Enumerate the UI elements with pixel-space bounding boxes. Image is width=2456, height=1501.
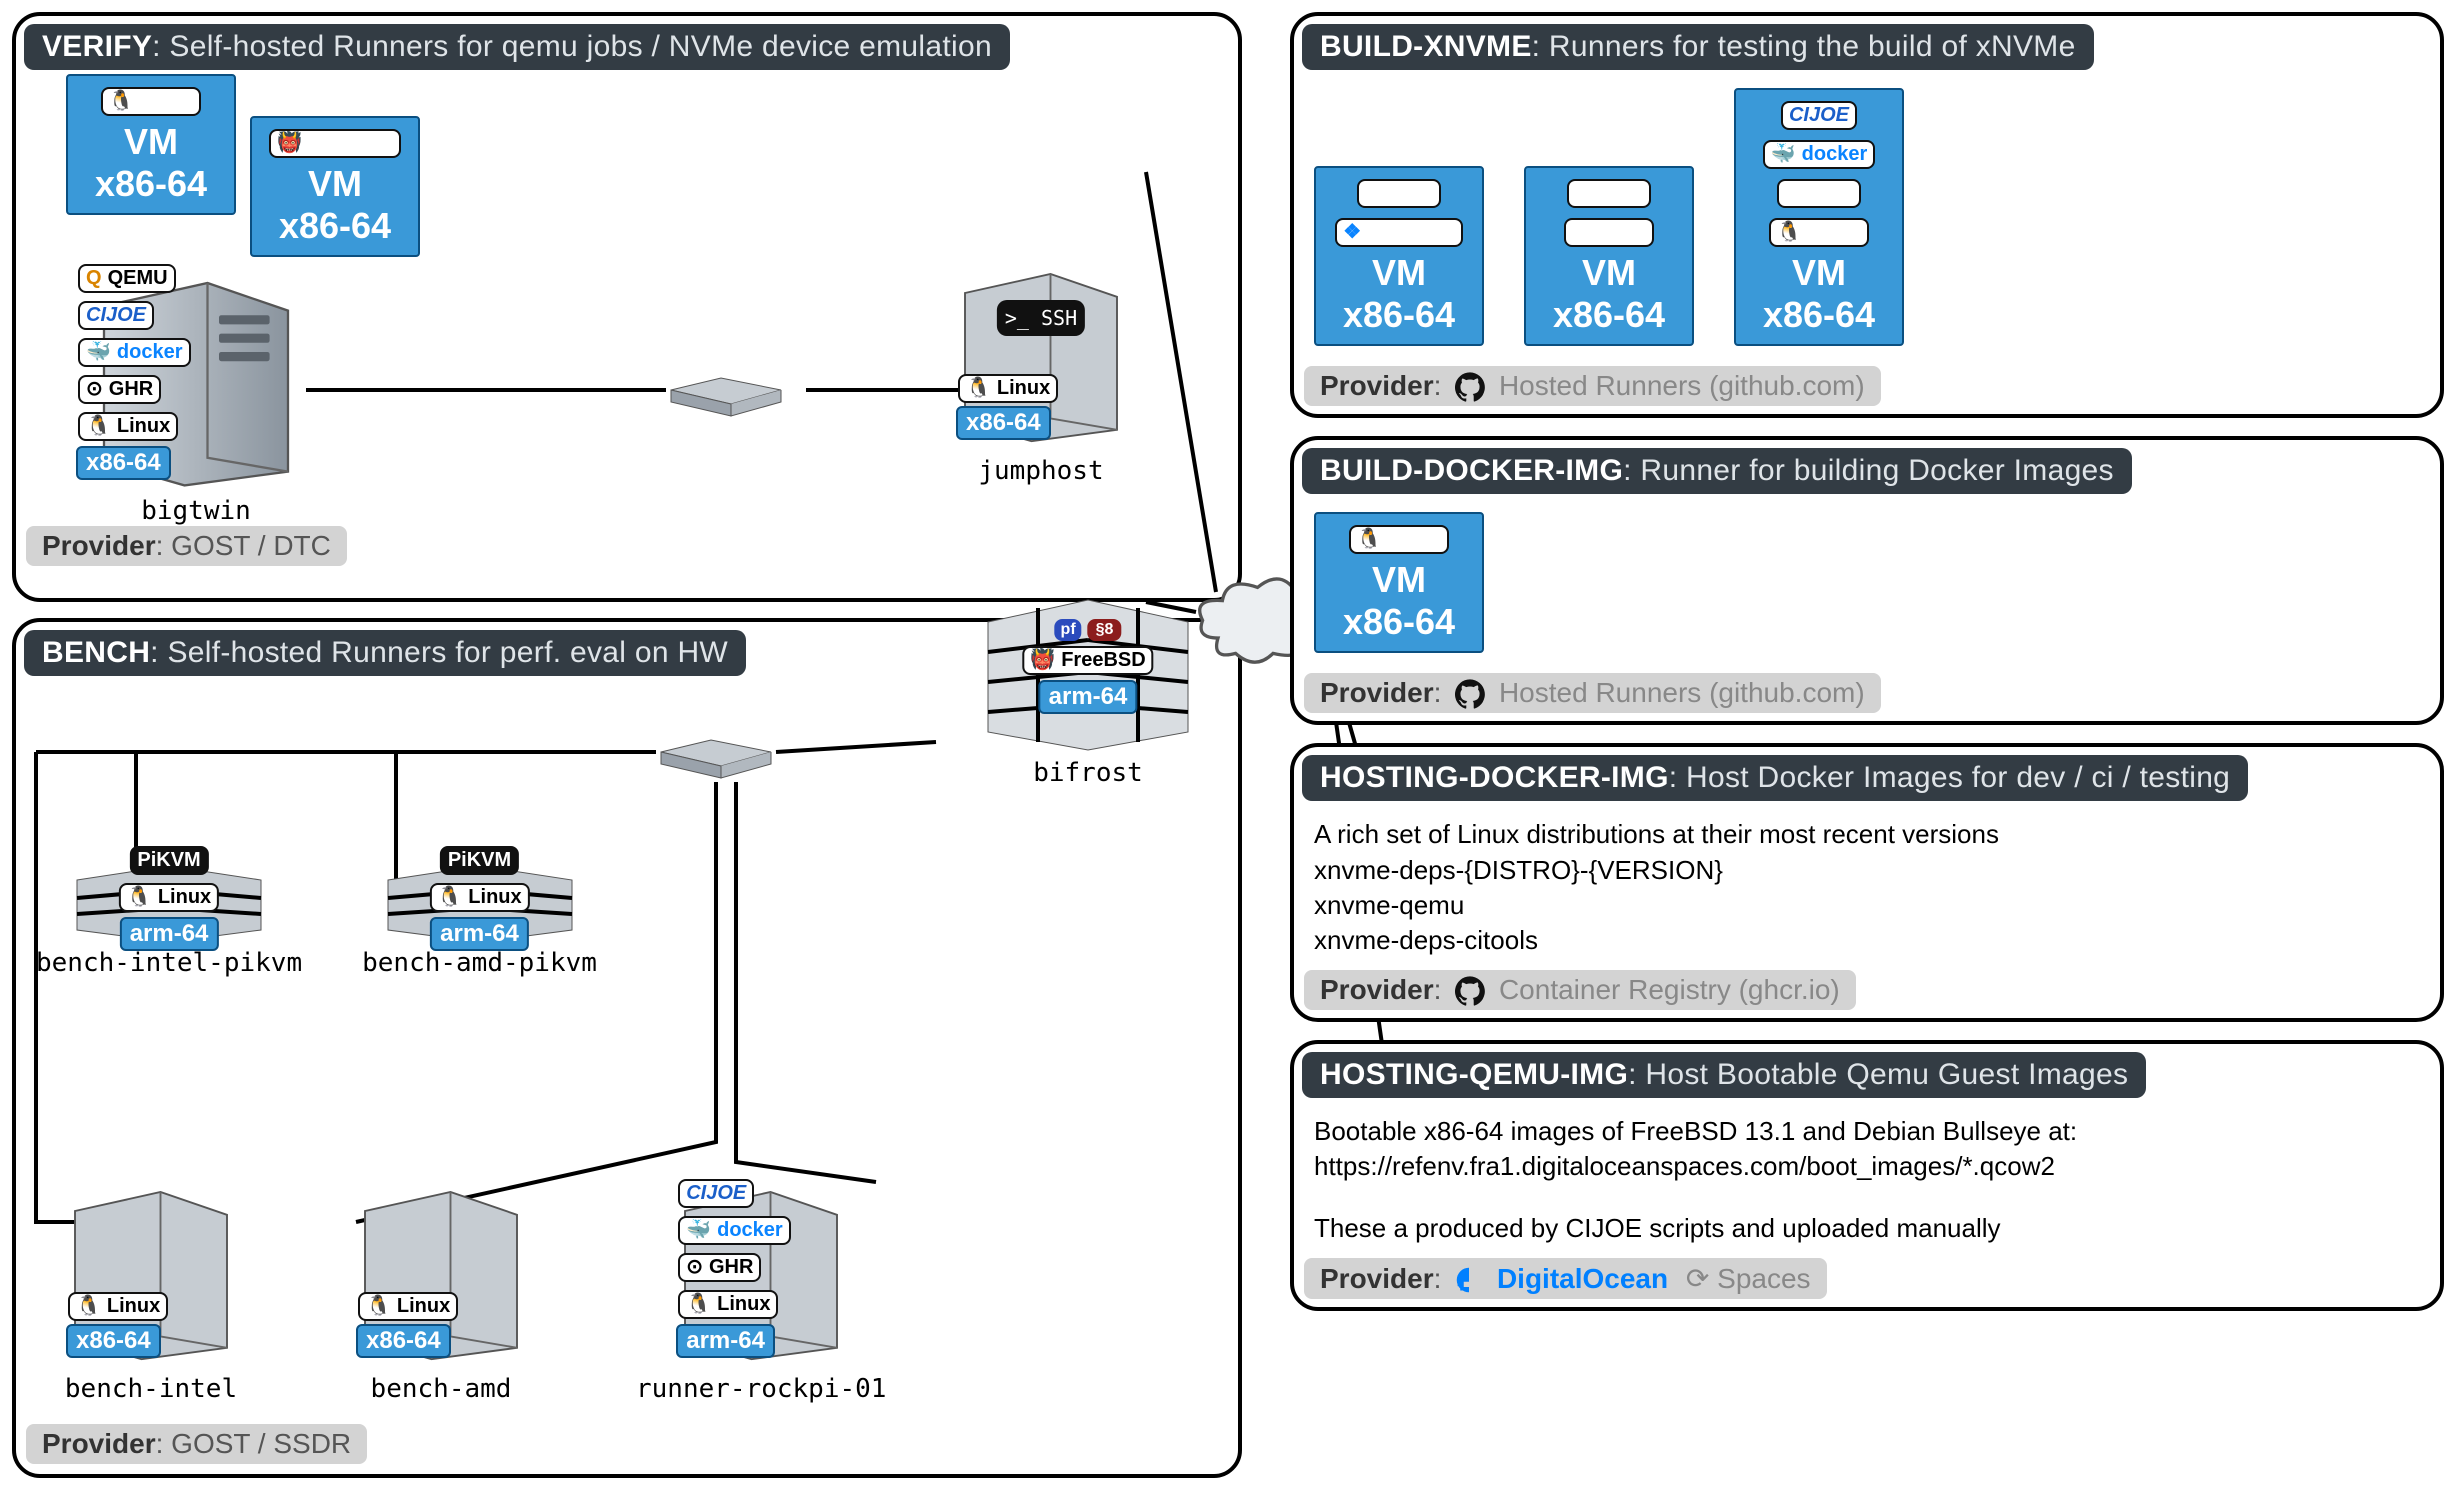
arch-badge: arm-64 xyxy=(120,917,219,951)
qemu-badge: QQEMU xyxy=(78,264,176,293)
linux-badge: Linux xyxy=(429,883,529,912)
rack-bench-amd-pikvm: PiKVM Linux arm-64 bench-amd-pikvm xyxy=(362,852,597,978)
hostname: bench-intel xyxy=(65,1374,237,1404)
windows-badge: Windows xyxy=(1335,218,1463,247)
docker-badge: 🐳docker xyxy=(1763,140,1876,169)
ssh-icon: >_ SSH xyxy=(997,300,1085,336)
spaces-icon: ⟳ xyxy=(1686,1263,1717,1294)
panel-build-xnvme-title: BUILD-XNVME: Runners for testing the bui… xyxy=(1302,24,2094,70)
vm-macos: ⊙ GHR macOS VMx86-64 xyxy=(1524,166,1694,346)
arch-badge: arm-64 xyxy=(430,917,529,951)
macos-badge: macOS xyxy=(1564,218,1655,247)
docker-badge: 🐳docker xyxy=(78,338,191,367)
linux-badge: Linux xyxy=(119,883,219,912)
ghr-badge: ⊙ GHR xyxy=(1567,179,1650,208)
vm-linux: Linux VMx86-64 xyxy=(1314,512,1484,653)
freebsd-badge: FreeBSD xyxy=(269,129,400,158)
pfsense-icon: pf xyxy=(1055,619,1082,641)
hostname: runner-rockpi-01 xyxy=(636,1374,886,1404)
panel-hosting-docker-provider: Provider: Container Registry (ghcr.io) xyxy=(1304,970,1856,1011)
tower-runner-rockpi: CIJOE 🐳docker ⊙ GHR Linux arm-64 runner-… xyxy=(636,1168,886,1404)
vm-windows: ⊙ GHR Windows VMx86-64 xyxy=(1314,166,1484,346)
linux-badge: Linux xyxy=(101,87,201,116)
panel-hosting-docker-title: HOSTING-DOCKER-IMG: Host Docker Images f… xyxy=(1302,755,2248,801)
linux-badge: Linux xyxy=(1349,525,1449,554)
docker-badge: 🐳docker xyxy=(678,1216,791,1245)
linux-badge: Linux xyxy=(678,1290,778,1319)
panel-hosting-docker-body: A rich set of Linux distributions at the… xyxy=(1304,811,2430,963)
panel-hosting-docker: HOSTING-DOCKER-IMG: Host Docker Images f… xyxy=(1290,743,2444,1022)
left-column: VERIFY: Self-hosted Runners for qemu job… xyxy=(12,12,1242,1478)
panel-build-docker-provider: Provider: Hosted Runners (github.com) xyxy=(1304,673,1881,714)
panel-bench: BENCH: Self-hosted Runners for perf. eva… xyxy=(12,618,1242,1478)
s8-icon: §8 xyxy=(1088,619,1122,641)
panel-build-docker: BUILD-DOCKER-IMG: Runner for building Do… xyxy=(1290,436,2444,725)
panel-build-docker-title: BUILD-DOCKER-IMG: Runner for building Do… xyxy=(1302,448,2132,494)
hostname: bench-intel-pikvm xyxy=(36,948,302,978)
linux-badge: Linux xyxy=(1769,218,1869,247)
linux-badge: Linux xyxy=(68,1292,168,1321)
panel-build-xnvme-provider: Provider: Hosted Runners (github.com) xyxy=(1304,366,1881,407)
github-icon xyxy=(1455,372,1485,402)
github-icon xyxy=(1455,679,1485,709)
pikvm-badge: PiKVM xyxy=(129,846,208,875)
panel-bench-provider: Provider: GOST / SSDR xyxy=(26,1424,367,1464)
digitalocean-icon xyxy=(1455,1266,1483,1294)
arch-badge: x86-64 xyxy=(956,406,1051,440)
panel-verify: VERIFY: Self-hosted Runners for qemu job… xyxy=(12,12,1242,602)
freebsd-badge: FreeBSD xyxy=(1022,646,1153,675)
hostname: bench-amd xyxy=(371,1374,512,1404)
panel-verify-provider: Provider: GOST / DTC xyxy=(26,526,347,566)
arch-badge: x86-64 xyxy=(66,1324,161,1358)
switch-icon xyxy=(666,360,786,420)
cijoe-badge: CIJOE xyxy=(1781,101,1857,130)
hostname: bench-amd-pikvm xyxy=(362,948,597,978)
verify-bigtwin-vm-freebsd: FreeBSD VM x86-64 xyxy=(250,116,420,257)
panel-hosting-qemu: HOSTING-QEMU-IMG: Host Bootable Qemu Gue… xyxy=(1290,1040,2444,1310)
right-column: BUILD-XNVME: Runners for testing the bui… xyxy=(1290,12,2444,1478)
linux-badge: Linux xyxy=(78,412,178,441)
bigtwin-tower-icon: QQEMU CIJOE 🐳docker ⊙ GHR Linux x86-64 xyxy=(66,260,326,490)
bifrost-hostname: bifrost xyxy=(1033,758,1143,788)
panel-hosting-qemu-body: Bootable x86-64 images of FreeBSD 13.1 a… xyxy=(1304,1108,2430,1251)
panel-hosting-qemu-title: HOSTING-QEMU-IMG: Host Bootable Qemu Gue… xyxy=(1302,1052,2146,1098)
cijoe-badge: CIJOE xyxy=(678,1179,754,1208)
cijoe-badge: CIJOE xyxy=(78,301,154,330)
ghr-badge: ⊙ GHR xyxy=(1777,179,1860,208)
tower-bench-intel: Linux x86-64 bench-intel xyxy=(56,1168,246,1404)
vm-linux: CIJOE 🐳docker ⊙ GHR Linux VMx86-64 xyxy=(1734,88,1904,346)
verify-bigtwin-vm-linux: Linux VM x86-64 xyxy=(66,74,236,215)
jumphost-tower-icon: >_ SSH Linux x86-64 xyxy=(946,250,1136,450)
rack-bench-intel-pikvm: PiKVM Linux arm-64 bench-intel-pikvm xyxy=(36,852,302,978)
github-icon xyxy=(1455,976,1485,1006)
arch-badge: x86-64 xyxy=(356,1324,451,1358)
ghr-badge: ⊙ GHR xyxy=(1357,179,1440,208)
linux-badge: Linux xyxy=(958,374,1058,403)
switch-icon xyxy=(656,722,776,782)
ghr-badge: ⊙ GHR xyxy=(678,1253,761,1282)
ghr-badge: ⊙ GHR xyxy=(78,375,161,404)
arch-badge: arm-64 xyxy=(676,1324,775,1358)
panel-bench-title: BENCH: Self-hosted Runners for perf. eva… xyxy=(24,630,746,676)
panel-build-xnvme: BUILD-XNVME: Runners for testing the bui… xyxy=(1290,12,2444,418)
arch-badge: arm-64 xyxy=(1039,680,1138,714)
jumphost-hostname: jumphost xyxy=(978,456,1103,486)
pikvm-badge: PiKVM xyxy=(440,846,519,875)
tower-bench-amd: Linux x86-64 bench-amd xyxy=(346,1168,536,1404)
panel-verify-title: VERIFY: Self-hosted Runners for qemu job… xyxy=(24,24,1010,70)
architecture-diagram: VERIFY: Self-hosted Runners for qemu job… xyxy=(12,12,2444,1478)
bigtwin-hostname: bigtwin xyxy=(141,496,251,526)
panel-hosting-qemu-provider: Provider: DigitalOcean ⟳ Spaces xyxy=(1304,1258,1827,1299)
linux-badge: Linux xyxy=(358,1292,458,1321)
arch-badge: x86-64 xyxy=(76,446,171,480)
